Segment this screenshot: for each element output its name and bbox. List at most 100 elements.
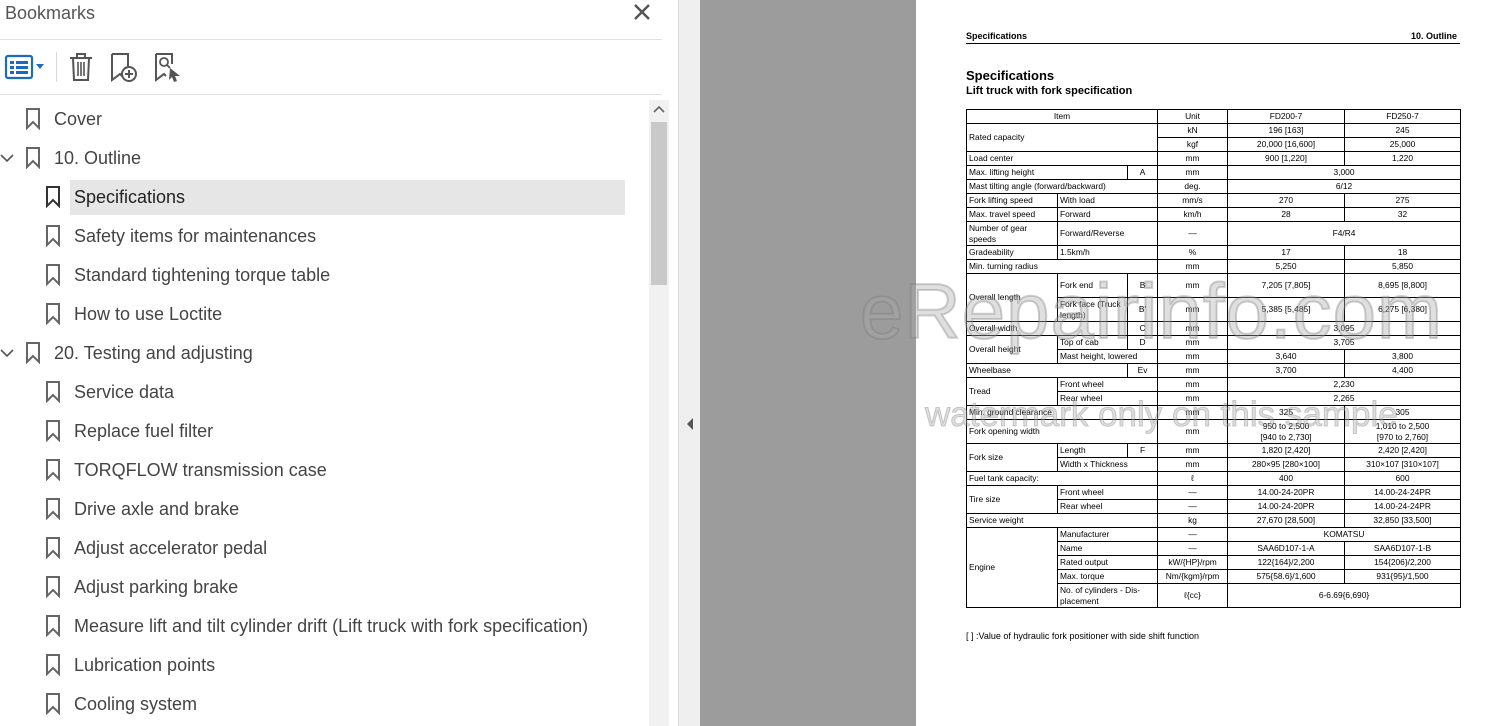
bookmark-icon (46, 225, 60, 247)
unit-cell: — (1157, 541, 1229, 556)
bookmark-item[interactable]: Safety items for maintenances (0, 219, 650, 255)
sub-item-cell: 1.5km/h (1056, 245, 1159, 260)
unit-cell: — (1157, 485, 1229, 500)
bookmark-icon (46, 303, 60, 325)
collapse-left-arrow-icon[interactable] (685, 416, 695, 432)
bookmark-icon (26, 342, 40, 364)
bookmark-item[interactable]: Standard tightening torque table (0, 258, 650, 294)
value-cell: KOMATSU (1227, 527, 1462, 542)
bookmark-item[interactable]: Replace fuel filter (0, 414, 650, 450)
value-cell: 14.00-24-24PR (1344, 485, 1462, 500)
bookmark-item[interactable]: Measure lift and tilt cylinder drift (Li… (0, 609, 650, 645)
specifications-table: Item Unit FD200-7 FD250-7 Rated capacity… (965, 109, 1462, 608)
item-cell: Overall height (966, 335, 1058, 364)
page-subtitle: Lift truck with fork specification (966, 85, 1133, 97)
unit-cell: mm/s (1157, 193, 1229, 208)
bookmark-item[interactable]: Service data (0, 375, 650, 411)
scroll-up-arrow-icon[interactable] (649, 100, 669, 120)
unit-cell: mm (1157, 391, 1229, 406)
value-cell: SAA6D107-1-B (1344, 541, 1462, 556)
value-cell: 14.00-24-20PR (1227, 499, 1346, 514)
symbol-cell: B' (1126, 297, 1159, 322)
value-cell: 5,850 (1344, 259, 1462, 274)
bookmark-icon (46, 381, 60, 403)
value-cell: 14.00-24-24PR (1344, 499, 1462, 514)
unit-cell: % (1157, 245, 1229, 260)
value-cell: 305 (1344, 405, 1462, 420)
item-cell: Gradeability (966, 245, 1058, 260)
bookmark-icon (46, 615, 60, 637)
value-cell: 6/12 (1227, 179, 1462, 194)
trash-icon[interactable] (66, 50, 96, 84)
item-cell: Max. travel speed (966, 207, 1058, 222)
unit-cell: — (1157, 221, 1229, 246)
bookmark-item[interactable]: Cover (0, 102, 650, 138)
bookmark-label: Specifications (70, 180, 625, 215)
unit-cell: mm (1157, 165, 1229, 180)
value-cell: 3,095 (1227, 321, 1462, 336)
value-cell: 5,250 (1227, 259, 1346, 274)
table-row: Service weight kg 27,670 [28,500] 32,850… (965, 513, 1462, 528)
item-cell: Fuel tank capacity: (965, 471, 1159, 486)
value-cell: 154{206}/2,200 (1344, 555, 1462, 570)
unit-cell: mm (1157, 273, 1229, 298)
bookmark-item[interactable]: How to use Loctite (0, 297, 650, 333)
value-cell: 280×95 [280×100] (1227, 457, 1346, 472)
value-cell: 122{164}/2,200 (1227, 555, 1346, 570)
table-row: Gradeability 1.5km/h % 17 18 (966, 245, 1462, 260)
col-header-unit: Unit (1157, 109, 1229, 124)
value-cell: 8,695 [8,800] (1344, 273, 1462, 298)
value-cell: 18 (1344, 245, 1462, 260)
bookmark-item[interactable]: 20. Testing and adjusting (0, 336, 650, 372)
find-current-bookmark-icon[interactable] (152, 50, 184, 84)
table-row: Fork size Length F mm 1,820 [2,420] 2,42… (966, 443, 1462, 472)
close-icon[interactable] (629, 0, 655, 26)
table-row: Max. lifting height A mm 3,000 (966, 165, 1462, 180)
bookmark-item[interactable]: 10. Outline (0, 141, 650, 177)
sub-item-cell: Front wheel (1056, 377, 1159, 392)
bookmark-label: TORQFLOW transmission case (74, 460, 327, 480)
bookmarks-scrollbar[interactable] (649, 100, 669, 726)
unit-cell: kW/{HP}/rpm (1157, 555, 1229, 570)
value-cell: 3,640 (1227, 349, 1346, 364)
value-cell: 310×107 [310×107] (1344, 457, 1462, 472)
item-cell: Min. ground clearance (965, 405, 1159, 420)
value-cell: 600 (1344, 471, 1462, 486)
document-view[interactable]: Specifications 10. Outline Specification… (700, 0, 1512, 726)
sub-item-cell: Manufacturer (1056, 527, 1159, 542)
table-row: Tire size Front wheel — 14.00-24-20PR 14… (966, 485, 1462, 514)
value-cell: 5,385 [5,485] (1227, 297, 1346, 322)
bookmark-label: Measure lift and tilt cylinder drift (Li… (74, 616, 589, 636)
unit-cell: mm (1157, 363, 1229, 378)
panel-collapse-gutter[interactable] (678, 0, 700, 726)
bookmark-label: Replace fuel filter (74, 421, 214, 441)
bookmark-item[interactable]: Cooling system (0, 687, 650, 723)
unit-cell: — (1157, 499, 1229, 514)
chevron-down-icon[interactable] (0, 152, 14, 164)
chevron-down-icon[interactable] (0, 347, 14, 359)
bookmark-item[interactable]: Specifications (0, 180, 650, 216)
bookmark-icon (26, 108, 40, 130)
value-cell: 28 (1227, 207, 1346, 222)
add-bookmark-icon[interactable] (108, 50, 140, 84)
sub-item-cell: Fork end (1057, 273, 1128, 298)
table-row: Tread Front wheel mm 2,230 (966, 377, 1462, 406)
bookmark-item[interactable]: TORQFLOW transmission case (0, 453, 650, 489)
bookmark-label: Service data (74, 382, 175, 402)
table-header-row: Item Unit FD200-7 FD250-7 (965, 109, 1462, 124)
bookmark-item[interactable]: Adjust parking brake (0, 570, 650, 606)
unit-cell: mm (1157, 443, 1229, 458)
bookmark-item[interactable]: Drive axle and brake (0, 492, 650, 528)
unit-cell: mm (1157, 349, 1229, 364)
unit-cell: ℓ (1157, 471, 1229, 486)
sub-item-cell: Front wheel (1056, 485, 1159, 500)
list-options-icon[interactable] (4, 50, 48, 84)
value-cell: 25,000 (1344, 137, 1462, 152)
unit-cell: mm (1157, 297, 1229, 322)
scrollbar-thumb[interactable] (651, 122, 667, 285)
bookmark-icon (46, 498, 60, 520)
table-row: Mast tilting angle (forward/backward) de… (965, 179, 1462, 194)
bookmark-item[interactable]: Adjust accelerator pedal (0, 531, 650, 567)
item-cell: Wheelbase (966, 363, 1128, 378)
bookmark-item[interactable]: Lubrication points (0, 648, 650, 684)
